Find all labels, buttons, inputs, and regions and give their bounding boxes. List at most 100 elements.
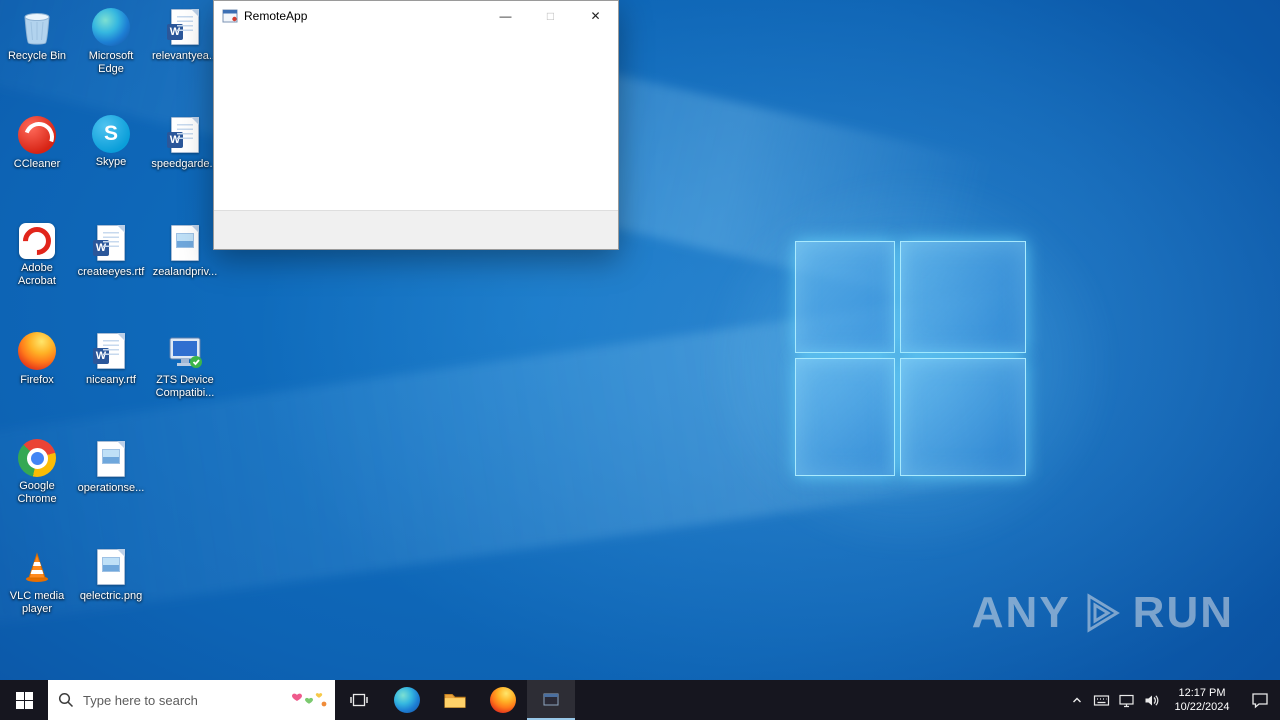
- firefox-icon: [490, 687, 516, 713]
- taskbar-search-box[interactable]: [48, 680, 335, 720]
- desktop-icon-google-chrome[interactable]: Google Chrome: [0, 434, 74, 542]
- windows-start-icon: [15, 691, 33, 709]
- chrome-icon: [18, 439, 56, 477]
- volume-icon: [1145, 694, 1159, 706]
- desktop-icon-relevantyea[interactable]: relevantyea...: [148, 2, 222, 110]
- network-button[interactable]: [1114, 680, 1139, 720]
- desktop-icon-grid: Recycle Bin CCleaner Adobe Acrobat Firef…: [0, 2, 222, 650]
- windows-logo-pane: [900, 358, 1026, 476]
- minimize-button[interactable]: —: [483, 1, 528, 31]
- start-button[interactable]: [0, 680, 48, 720]
- taskbar-file-explorer-button[interactable]: [431, 680, 479, 720]
- windows-logo-pane: [900, 241, 1026, 353]
- desktop-icon-createeyes-rtf[interactable]: createeyes.rtf: [74, 218, 148, 326]
- desktop-icon-label: Adobe Acrobat: [18, 262, 56, 287]
- task-view-button[interactable]: [335, 680, 383, 720]
- show-hidden-icons-button[interactable]: [1064, 680, 1089, 720]
- word-file-icon: [93, 333, 125, 369]
- window-controls: — □ ✕: [483, 1, 618, 31]
- search-highlights-icon[interactable]: [285, 687, 329, 713]
- edge-icon: [394, 687, 420, 713]
- edge-icon: [92, 8, 130, 46]
- taskbar-clock[interactable]: 12:17 PM 10/22/2024: [1164, 680, 1240, 720]
- system-tray: 12:17 PM 10/22/2024: [1064, 680, 1280, 720]
- image-file-icon: [97, 549, 125, 585]
- word-file-icon: [167, 117, 199, 153]
- network-ethernet-icon: [1119, 694, 1134, 707]
- desktop-icon-zealandpriv[interactable]: zealandpriv...: [148, 218, 222, 326]
- touch-keyboard-button[interactable]: [1089, 680, 1114, 720]
- recycle-bin-icon: [17, 7, 57, 47]
- desktop-icon-vlc[interactable]: VLC media player: [0, 542, 74, 650]
- search-icon: [58, 692, 74, 708]
- desktop-icon-label: zealandpriv...: [152, 266, 218, 278]
- chevron-up-icon: [1072, 697, 1081, 703]
- taskbar-firefox-button[interactable]: [479, 680, 527, 720]
- remoteapp-statusbar: [214, 210, 618, 249]
- desktop-icon-label: Recycle Bin: [7, 50, 67, 62]
- windows-logo-pane: [795, 241, 895, 353]
- desktop-icon-qelectric-png[interactable]: qelectric.png: [74, 542, 148, 650]
- remoteapp-content: [214, 31, 618, 210]
- acrobat-icon: [19, 223, 55, 259]
- taskbar-empty-area: [575, 680, 1064, 720]
- close-button[interactable]: ✕: [573, 1, 618, 31]
- remoteapp-titlebar[interactable]: RemoteApp — □ ✕: [214, 1, 618, 31]
- desktop-icon-firefox[interactable]: Firefox: [0, 326, 74, 434]
- anyrun-play-icon: [1087, 593, 1120, 633]
- desktop-icon-label: speedgarde...: [151, 158, 219, 170]
- action-center-icon: [1252, 693, 1268, 709]
- taskbar: 12:17 PM 10/22/2024: [0, 680, 1280, 720]
- zts-device-icon: [165, 331, 205, 371]
- desktop-icon-adobe-acrobat[interactable]: Adobe Acrobat: [0, 218, 74, 326]
- desktop-icon-label: Skype: [95, 156, 127, 168]
- desktop-icon-zts-device[interactable]: ZTS Device Compatibi...: [148, 326, 222, 434]
- anyrun-watermark: ANY RUN: [972, 588, 1234, 638]
- taskbar-remoteapp-button[interactable]: [527, 680, 575, 720]
- windows-logo-pane: [795, 358, 895, 476]
- image-file-icon: [171, 225, 199, 261]
- vlc-icon: [17, 547, 57, 587]
- desktop-icon-recycle-bin[interactable]: Recycle Bin: [0, 2, 74, 110]
- watermark-any-text: ANY: [971, 588, 1071, 637]
- skype-icon: [92, 115, 130, 153]
- action-center-button[interactable]: [1240, 680, 1280, 720]
- desktop-icon-label: operationse...: [77, 482, 145, 494]
- window-title: RemoteApp: [244, 9, 308, 23]
- desktop: Recycle Bin CCleaner Adobe Acrobat Firef…: [0, 0, 1280, 680]
- remoteapp-taskbar-icon: [543, 693, 559, 706]
- desktop-icon-ccleaner[interactable]: CCleaner: [0, 110, 74, 218]
- desktop-icon-label: ZTS Device Compatibi...: [155, 374, 215, 399]
- desktop-icon-skype[interactable]: Skype: [74, 110, 148, 218]
- desktop-icon-speedgarde[interactable]: speedgarde...: [148, 110, 222, 218]
- watermark-run-text: RUN: [1132, 588, 1234, 637]
- clock-time: 12:17 PM: [1178, 687, 1226, 699]
- taskbar-edge-button[interactable]: [383, 680, 431, 720]
- desktop-icon-label: createeyes.rtf: [77, 266, 145, 278]
- desktop-icon-label: relevantyea...: [151, 50, 219, 62]
- desktop-icon-operationse[interactable]: operationse...: [74, 434, 148, 542]
- clock-date: 10/22/2024: [1174, 701, 1230, 713]
- maximize-button[interactable]: □: [528, 1, 573, 31]
- search-input[interactable]: [81, 691, 278, 709]
- desktop-icon-label: Firefox: [20, 374, 54, 386]
- desktop-icon-label: CCleaner: [13, 158, 61, 170]
- desktop-icon-microsoft-edge[interactable]: Microsoft Edge: [74, 2, 148, 110]
- ccleaner-icon: [18, 116, 56, 154]
- desktop-icon-label: niceany.rtf: [86, 374, 136, 386]
- desktop-icon-label: qelectric.png: [79, 590, 143, 602]
- desktop-icon-niceany-rtf[interactable]: niceany.rtf: [74, 326, 148, 434]
- firefox-icon: [18, 332, 56, 370]
- desktop-icon-label: VLC media player: [9, 590, 65, 615]
- remoteapp-icon: [222, 9, 238, 23]
- desktop-icon-label: Microsoft Edge: [88, 50, 134, 75]
- remoteapp-window: RemoteApp — □ ✕: [213, 0, 619, 250]
- volume-button[interactable]: [1139, 680, 1164, 720]
- windows-wallpaper-logo: [795, 241, 1026, 476]
- word-file-icon: [93, 225, 125, 261]
- touch-keyboard-icon: [1093, 694, 1110, 706]
- task-view-icon: [350, 693, 368, 707]
- file-explorer-icon: [444, 694, 466, 708]
- image-file-icon: [97, 441, 125, 477]
- word-file-icon: [167, 9, 199, 45]
